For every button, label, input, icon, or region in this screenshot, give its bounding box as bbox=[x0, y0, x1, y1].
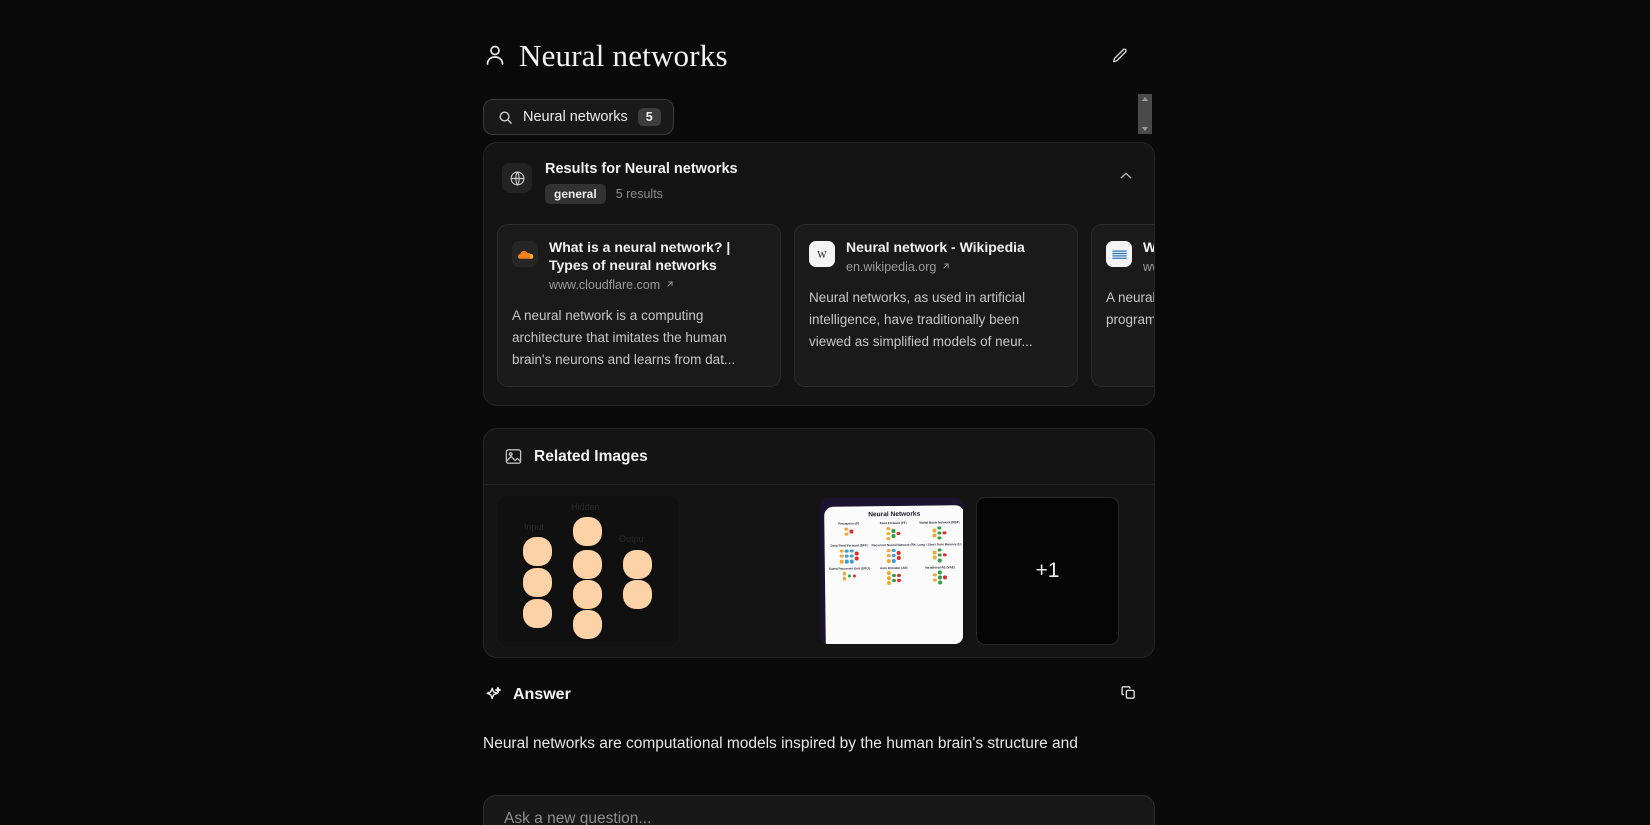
related-images-panel: Related Images Input Hidden Outpu Neural… bbox=[483, 428, 1155, 658]
wikipedia-icon: W bbox=[809, 241, 835, 267]
result-card-head: W Neural network - Wikipedia en.wikipedi… bbox=[809, 239, 1063, 274]
chevron-up-icon bbox=[1118, 168, 1134, 187]
result-card-snippet: Neural networks, as used in artificial i… bbox=[809, 289, 1033, 349]
poster-cell-label: Deep Feed Forward (DFF) bbox=[830, 543, 868, 549]
neural-network-diagram: Input Hidden Outpu bbox=[523, 502, 652, 639]
image-icon bbox=[504, 447, 523, 466]
scrollbar-down-button[interactable] bbox=[1138, 124, 1152, 134]
poster-grid: Perceptron (P) Feed Forward (FF) Radial … bbox=[828, 520, 962, 586]
answer-title: Answer bbox=[513, 686, 571, 703]
pencil-icon bbox=[1111, 47, 1129, 68]
collapse-results-button[interactable] bbox=[1114, 165, 1138, 189]
poster-cell-label: Variational AE (VAE) bbox=[924, 564, 955, 570]
user-icon bbox=[483, 43, 507, 69]
result-card[interactable]: W Neural network - Wikipedia en.wikipedi… bbox=[794, 224, 1078, 388]
question-composer[interactable] bbox=[483, 795, 1155, 825]
poster-cell: Recurrent Neural Network (RNN) bbox=[871, 543, 916, 563]
results-meta: general 5 results bbox=[545, 184, 738, 204]
ask-question-input[interactable] bbox=[504, 810, 1134, 825]
related-images-more-button[interactable]: +1 bbox=[976, 497, 1119, 645]
related-images-title: Related Images bbox=[534, 447, 648, 465]
result-cards-row[interactable]: What is a neural network? | Types of neu… bbox=[497, 224, 1155, 388]
related-images-header: Related Images bbox=[484, 429, 1154, 485]
result-card-title: What is a neural network? | Types of neu… bbox=[549, 239, 731, 273]
triangle-up-icon bbox=[1141, 97, 1149, 101]
copy-icon bbox=[1120, 684, 1137, 704]
poster-cell-label: Feed Forward (FF) bbox=[879, 520, 907, 526]
poster-cell: Radial Basis Network (RBF) bbox=[917, 520, 961, 540]
results-title: Results for Neural networks bbox=[545, 161, 738, 177]
external-link-icon bbox=[665, 278, 675, 292]
results-count-label: 5 results bbox=[615, 187, 663, 201]
search-query-text: Neural networks bbox=[523, 109, 628, 125]
result-card-url: en.wikipedia.org bbox=[846, 260, 1025, 274]
infographic-poster: Neural Networks Perceptron (P) Feed Forw… bbox=[824, 505, 963, 644]
result-card-title: What is a Neural Network? | IBM bbox=[1143, 239, 1155, 255]
poster-cell-label: Recurrent Neural Network (RNN) bbox=[871, 543, 916, 548]
search-result-count-badge: 5 bbox=[637, 107, 661, 127]
related-image-thumbnail[interactable]: Input Hidden Outpu bbox=[498, 496, 678, 646]
poster-cell: Feed Forward (FF) bbox=[871, 521, 915, 541]
related-images-strip: Input Hidden Outpu Neural Networks Perce… bbox=[484, 485, 1154, 657]
app-root: Neural networks Neural networks 5 Result… bbox=[0, 0, 1650, 825]
result-card-title: Neural network - Wikipedia bbox=[846, 239, 1025, 255]
poster-cell-label: Gated Recurrent Unit (GRU) bbox=[828, 565, 870, 571]
result-card-url: www.ibm.com bbox=[1143, 259, 1154, 274]
results-category-tag: general bbox=[545, 184, 606, 204]
answer-header: Answer bbox=[483, 680, 1155, 710]
edit-title-button[interactable] bbox=[1105, 42, 1135, 72]
poster-cell-label: Radial Basis Network (RBF) bbox=[918, 520, 960, 525]
scrollbar-up-button[interactable] bbox=[1138, 94, 1152, 104]
svg-text:Outpu: Outpu bbox=[619, 534, 644, 544]
search-results-panel: Results for Neural networks general 5 re… bbox=[483, 142, 1155, 406]
result-card-url-text: en.wikipedia.org bbox=[846, 259, 937, 274]
search-query-pill[interactable]: Neural networks 5 bbox=[483, 99, 674, 135]
poster-cell-label: Long / Short Term Memory (LSTM) bbox=[917, 542, 962, 548]
poster-cell-label: Perceptron (P) bbox=[838, 521, 860, 526]
copy-answer-button[interactable] bbox=[1115, 681, 1141, 707]
page-header: Neural networks bbox=[483, 32, 1155, 80]
result-card-snippet: A neural network is a machine learning p… bbox=[1106, 289, 1155, 327]
page-scrollbar[interactable] bbox=[1138, 94, 1152, 134]
poster-cell: Gated Recurrent Unit (GRU) bbox=[829, 566, 870, 586]
page-title: Neural networks bbox=[519, 38, 728, 73]
result-card[interactable]: What is a Neural Network? | IBM www.ibm.… bbox=[1091, 224, 1155, 388]
poster-cell: Perceptron (P) bbox=[828, 521, 869, 541]
poster-title: Neural Networks bbox=[868, 510, 921, 519]
left-gutter bbox=[0, 0, 483, 825]
more-images-count: +1 bbox=[1035, 559, 1060, 582]
poster-cell: Variational AE (VAE) bbox=[918, 565, 962, 585]
results-header: Results for Neural networks general 5 re… bbox=[484, 143, 1154, 209]
external-link-icon bbox=[941, 260, 951, 274]
content-column: Neural networks Neural networks 5 Result… bbox=[483, 0, 1155, 825]
right-gutter bbox=[1155, 0, 1650, 825]
ibm-icon bbox=[1106, 241, 1132, 267]
result-card-snippet: A neural network is a computing architec… bbox=[512, 307, 736, 367]
result-card-url: www.cloudflare.com bbox=[549, 278, 766, 292]
result-card-head: What is a Neural Network? | IBM www.ibm.… bbox=[1106, 239, 1155, 274]
triangle-down-icon bbox=[1141, 127, 1149, 131]
answer-section: Answer Neural networks are computational… bbox=[483, 680, 1155, 757]
related-image-thumbnail[interactable]: Neural Networks Perceptron (P) Feed Forw… bbox=[820, 498, 963, 644]
result-card-url-text: www.ibm.com bbox=[1143, 259, 1154, 274]
sparkle-icon bbox=[483, 685, 503, 705]
poster-cell: Auto Encoder (AE) bbox=[872, 565, 916, 585]
svg-text:Hidden: Hidden bbox=[571, 502, 600, 512]
poster-cell-label: Auto Encoder (AE) bbox=[880, 565, 908, 570]
cloudflare-icon bbox=[512, 241, 538, 267]
result-card-head: What is a neural network? | Types of neu… bbox=[512, 239, 766, 292]
result-card[interactable]: What is a neural network? | Types of neu… bbox=[497, 224, 781, 388]
globe-icon bbox=[502, 163, 532, 193]
result-card-url-text: www.cloudflare.com bbox=[549, 277, 661, 292]
search-icon bbox=[498, 110, 513, 125]
svg-text:W: W bbox=[817, 250, 827, 261]
poster-cell: Deep Feed Forward (DFF) bbox=[829, 544, 870, 564]
svg-text:Input: Input bbox=[524, 522, 545, 532]
poster-cell: Long / Short Term Memory (LSTM) bbox=[917, 542, 962, 563]
answer-body-text: Neural networks are computational models… bbox=[483, 735, 1078, 752]
